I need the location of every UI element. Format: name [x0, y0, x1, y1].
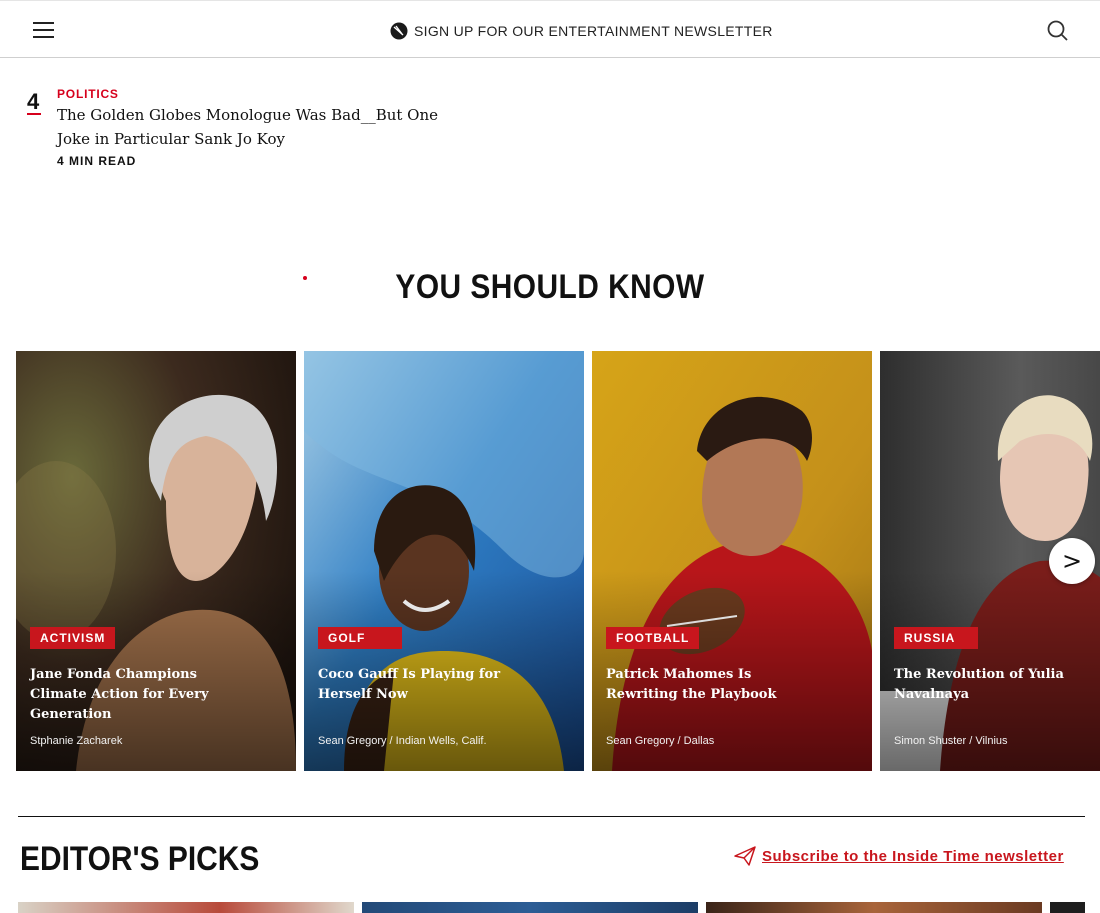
newsletter-label: SIGN UP FOR OUR ENTERTAINMENT NEWSLETTER [414, 23, 773, 39]
paper-plane-icon [734, 846, 756, 866]
story-byline: Simon Shuster / Vilnius [894, 735, 1008, 747]
story-title-link[interactable]: The Golden Globes Monologue Was Bad__But… [57, 103, 457, 151]
story-headline[interactable]: The Revolution of Yulia Navalnaya [894, 665, 1094, 705]
rank-number: 4 [27, 89, 40, 114]
story-byline: Sean Gregory / Dallas [606, 735, 715, 747]
editors-pick-thumbnail[interactable] [1050, 902, 1085, 913]
story-card[interactable]: FOOTBALL Patrick Mahomes Is Rewriting th… [592, 351, 872, 771]
section-divider [18, 816, 1085, 817]
rank-underline [27, 113, 41, 115]
editors-pick-thumbnail[interactable] [706, 902, 1042, 913]
time-logo-icon [390, 22, 408, 40]
story-tag[interactable]: FOOTBALL [606, 627, 700, 649]
story-category[interactable]: POLITICS [57, 87, 457, 101]
hamburger-menu-icon[interactable] [33, 22, 55, 40]
story-tag[interactable]: GOLF [318, 627, 402, 649]
read-time: 4 MIN READ [57, 154, 137, 168]
story-byline: Stphanie Zacharek [30, 735, 123, 747]
section-title-you-should-know: YOU SHOULD KNOW [395, 268, 705, 306]
section-title-editors-picks: EDITOR'S PICKS [20, 840, 260, 878]
editors-pick-thumbnail[interactable] [18, 902, 354, 913]
carousel-next-button[interactable]: > [1049, 538, 1095, 584]
search-icon[interactable] [1046, 19, 1070, 43]
subscribe-newsletter-link[interactable]: Subscribe to the Inside Time newsletter [733, 844, 1064, 868]
story-headline[interactable]: Patrick Mahomes Is Rewriting the Playboo… [606, 665, 806, 705]
top-bar: SIGN UP FOR OUR ENTERTAINMENT NEWSLETTER [0, 0, 1100, 58]
editors-pick-thumbnail[interactable] [362, 902, 698, 913]
story-card[interactable]: ACTIVISM Jane Fonda Champions Climate Ac… [16, 351, 296, 771]
you-should-know-carousel: ACTIVISM Jane Fonda Champions Climate Ac… [16, 351, 1100, 771]
story-tag[interactable]: ACTIVISM [30, 627, 116, 649]
story-headline[interactable]: Jane Fonda Champions Climate Action for … [30, 665, 230, 725]
story-headline[interactable]: Coco Gauff Is Playing for Herself Now [318, 665, 518, 705]
newsletter-signup-link[interactable]: SIGN UP FOR OUR ENTERTAINMENT NEWSLETTER [390, 21, 773, 41]
story-byline: Sean Gregory / Indian Wells, Calif. [318, 735, 487, 747]
subscribe-label: Subscribe to the Inside Time newsletter [762, 847, 1064, 865]
story-tag[interactable]: RUSSIA [894, 627, 978, 649]
story-card[interactable]: GOLF Coco Gauff Is Playing for Herself N… [304, 351, 584, 771]
